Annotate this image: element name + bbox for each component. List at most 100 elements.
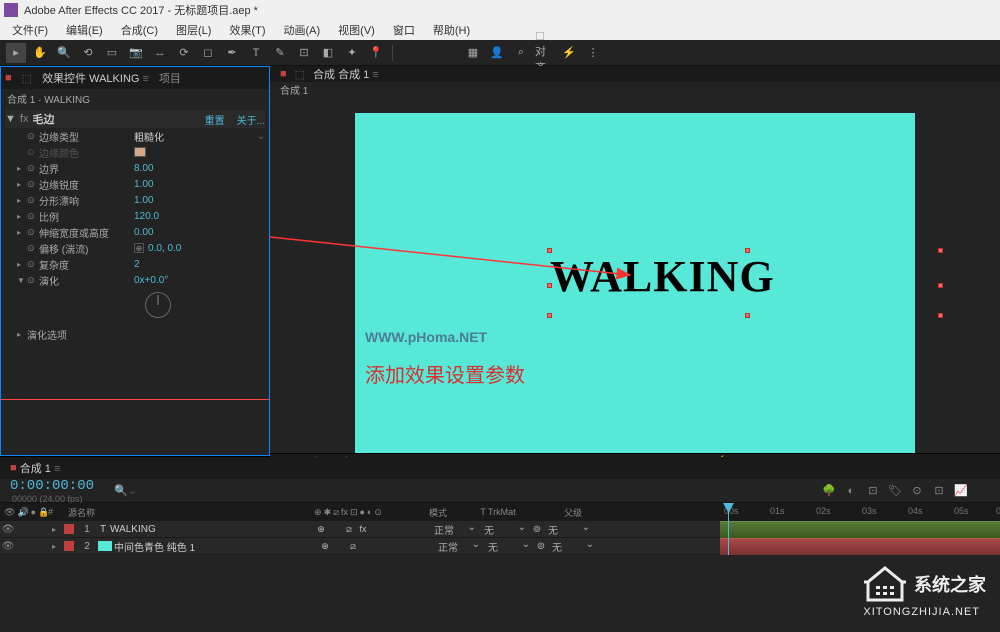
prop-edge-color[interactable]: ⊙ 边缘颜色 [5, 144, 265, 160]
camera-tool[interactable]: 📷 [126, 43, 146, 63]
puppet-tool[interactable]: 📍 [366, 43, 386, 63]
menu-edit[interactable]: 编辑(E) [58, 20, 111, 40]
timeline-tracks[interactable]: 00s 01s 02s 03s 04s 05s 06s [720, 503, 1000, 555]
current-timecode[interactable]: 0:00:00:00 [10, 478, 94, 494]
hand-tool[interactable]: ✋ [30, 43, 50, 63]
main-area: ■ ⬚ 效果控件 WALKING ≡ 项目 合成 1 · WALKING ▼ f… [0, 66, 1000, 456]
menu-file[interactable]: 文件(F) [4, 20, 56, 40]
prop-scale[interactable]: ▸⊙ 比例 120.0 [5, 208, 265, 224]
rect-tool[interactable]: ▭ [102, 43, 122, 63]
stamp-tool[interactable]: ⊡ [294, 43, 314, 63]
menu-effect[interactable]: 效果(T) [221, 20, 273, 40]
color-swatch[interactable] [134, 147, 146, 157]
timeline-tabs: ■ 合成 1 ≡ [0, 457, 1000, 479]
text-layer[interactable]: WALKING [550, 251, 940, 315]
layer-name-2[interactable]: 中间色青色 纯色 1 [114, 539, 314, 554]
composition-panel: ■ ⬚ 合成 合成 1 ≡ 合成 1 WALKING [270, 66, 1000, 456]
menu-animation[interactable]: 动画(A) [276, 20, 329, 40]
effect-about[interactable]: 关于... [237, 112, 265, 127]
tl-btn-draft[interactable]: 🏷 [886, 482, 904, 500]
comp-subtab[interactable]: 合成 1 [280, 82, 308, 97]
snap-toggle[interactable]: ☐ 对齐 [535, 43, 555, 63]
layer1-trkmat[interactable]: 无⌄ [480, 522, 530, 537]
project-tab[interactable]: 项目 [159, 70, 181, 86]
composition-canvas[interactable]: WALKING WWW.pHoma.NET 添加效果设置参数 [355, 113, 915, 453]
brush-tool[interactable]: ✎ [270, 43, 290, 63]
layer1-mode[interactable]: 正常⌄ [430, 522, 480, 537]
layer2-trkmat[interactable]: 无⌄ [484, 539, 534, 554]
timecode-framerate: 00000 (24.00 fps) [12, 494, 94, 504]
col-source-name[interactable]: 源名称 [68, 506, 288, 519]
eraser-tool[interactable]: ◧ [318, 43, 338, 63]
comp-tab[interactable]: 合成 合成 1 ≡ [313, 66, 379, 82]
app-icon [4, 3, 18, 17]
prop-offset[interactable]: ⊙ 偏移 (湍流) ⊕ 0.0, 0.0 [5, 240, 265, 256]
evolution-dial[interactable] [145, 292, 171, 318]
menu-window[interactable]: 窗口 [385, 20, 423, 40]
toolbar-icon-1[interactable]: ▦ [463, 43, 483, 63]
layer-2-track[interactable] [720, 538, 1000, 555]
tl-btn-mb[interactable]: ◐ [842, 482, 860, 500]
playhead[interactable] [728, 503, 729, 555]
prop-complexity[interactable]: ▸⊙ 复杂度 2 [5, 256, 265, 272]
prop-evolution[interactable]: ▼⊙ 演化 0x+0.0° [5, 272, 265, 288]
tl-btn-fb[interactable]: ⊡ [864, 482, 882, 500]
search-icon[interactable]: 🔍⌄ [114, 484, 137, 497]
prop-border[interactable]: ▸⊙ 边界 8.00 [5, 160, 265, 176]
viewport[interactable]: WALKING WWW.pHoma.NET 添加效果设置参数 [270, 97, 1000, 453]
tl-btn-graph[interactable]: 📈 [952, 482, 970, 500]
layer2-parent[interactable]: 无⌄ [548, 539, 598, 554]
eye-icon[interactable]: 👁 [0, 541, 16, 552]
effect-name: 毛边 [32, 111, 54, 127]
menu-help[interactable]: 帮助(H) [425, 20, 478, 40]
layer1-parent[interactable]: 无⌄ [544, 522, 594, 537]
eye-icon[interactable]: 👁 [0, 524, 16, 535]
effect-header-row[interactable]: ▼ fx 毛边 重置 关于... [5, 110, 265, 128]
titlebar: Adobe After Effects CC 2017 - 无标题项目.aep … [0, 0, 1000, 20]
toolbar: ▸ ✋ 🔍 ⟲ ▭ 📷 ↔ ⟳ ◻ ✒ T ✎ ⊡ ◧ ✦ 📍 ▦ 👤 ⌕ ☐ … [0, 40, 1000, 66]
text-content: WALKING [550, 252, 775, 301]
comp-panel-tabs: ■ ⬚ 合成 合成 1 ≡ [270, 66, 1000, 82]
col-parent: 父级 [528, 506, 618, 519]
orbit-tool[interactable]: ⟲ [78, 43, 98, 63]
pen-tool[interactable]: ✒ [222, 43, 242, 63]
effect-controls-panel: ■ ⬚ 效果控件 WALKING ≡ 项目 合成 1 · WALKING ▼ f… [0, 66, 270, 456]
toolbar-icon-4[interactable]: ⚡ [559, 43, 579, 63]
layer2-mode[interactable]: 正常⌄ [434, 539, 484, 554]
effect-controls-tab[interactable]: 效果控件 WALKING ≡ [42, 70, 149, 86]
toolbar-icon-5[interactable]: ⋮ [583, 43, 603, 63]
pan-tool[interactable]: ↔ [150, 43, 170, 63]
canvas-annotation: 添加效果设置参数 [365, 359, 525, 388]
layer-1-track[interactable] [720, 521, 1000, 538]
prop-stretch[interactable]: ▸⊙ 伸缩宽度或高度 0.00 [5, 224, 265, 240]
menubar: 文件(F) 编辑(E) 合成(C) 图层(L) 效果(T) 动画(A) 视图(V… [0, 20, 1000, 40]
toolbar-icon-2[interactable]: 👤 [487, 43, 507, 63]
effect-reset[interactable]: 重置 [205, 112, 225, 127]
menu-composition[interactable]: 合成(C) [113, 20, 166, 40]
shape-tool[interactable]: ◻ [198, 43, 218, 63]
house-icon [864, 566, 906, 602]
text-tool[interactable]: T [246, 43, 266, 63]
effects-list: ▼ fx 毛边 重置 关于... ⊙ 边缘类型 粗糙化 ⌄ ⊙ 边缘颜色 [1, 108, 269, 455]
prop-fractal[interactable]: ▸⊙ 分形漂响 1.00 [5, 192, 265, 208]
zoom-tool[interactable]: 🔍 [54, 43, 74, 63]
rotate-tool[interactable]: ⟳ [174, 43, 194, 63]
comp-subtab-row: 合成 1 [270, 82, 1000, 97]
prop-border-type[interactable]: ⊙ 边缘类型 粗糙化 ⌄ [5, 128, 265, 144]
tl-btn-switch1[interactable]: ⊙ [908, 482, 926, 500]
layer-name-1[interactable]: WALKING [110, 524, 310, 535]
roto-tool[interactable]: ✦ [342, 43, 362, 63]
menu-layer[interactable]: 图层(L) [168, 20, 219, 40]
menu-view[interactable]: 视图(V) [330, 20, 383, 40]
prop-evolution-options[interactable]: ▸ 演化选项 [5, 326, 265, 342]
tl-btn-switch2[interactable]: ⊡ [930, 482, 948, 500]
tl-btn-shy[interactable]: 🌳 [820, 482, 838, 500]
prop-edge-sharp[interactable]: ▸⊙ 边缘锐度 1.00 [5, 176, 265, 192]
col-mode: 模式 [408, 506, 468, 519]
col-trkmat: T TrkMat [468, 507, 528, 517]
selection-tool[interactable]: ▸ [6, 43, 26, 63]
canvas-watermark: WWW.pHoma.NET [365, 329, 487, 345]
time-ruler[interactable]: 00s 01s 02s 03s 04s 05s 06s [720, 503, 1000, 521]
toolbar-icon-3[interactable]: ⌕ [511, 43, 531, 63]
timeline-tab[interactable]: 合成 1 ≡ [20, 460, 61, 476]
